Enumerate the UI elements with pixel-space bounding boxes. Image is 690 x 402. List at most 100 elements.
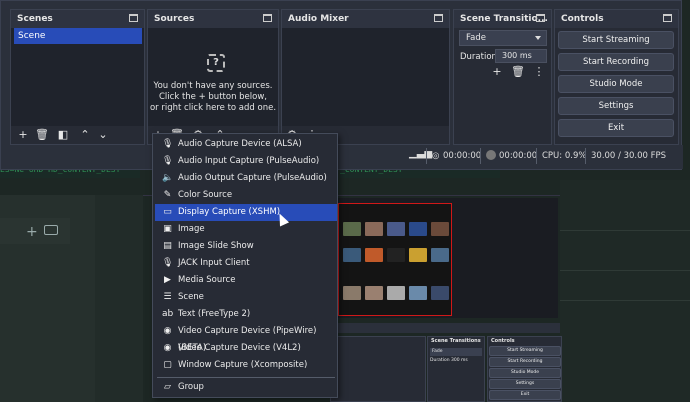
audio-mixer-dock-title: Audio Mixer [282,10,449,28]
paint-brush-icon: ✎ [163,190,172,200]
background-row [560,230,690,231]
add-scene-icon[interactable]: + [17,129,29,141]
microphone-icon: 🎙 [162,258,174,268]
background-row [560,270,690,271]
float-dock-icon[interactable] [434,14,443,22]
menu-item-audio-output-capture[interactable]: 🔈 Audio Output Capture (PulseAudio) [155,170,337,187]
mini-start-recording: Start Recording [489,357,561,367]
microphone-icon: 🎙 [162,139,174,149]
remove-scene-icon[interactable]: 🗑 [35,129,49,141]
microphone-icon: 🎙 [162,156,174,166]
move-up-icon[interactable]: ⌃ [79,129,91,141]
signal-bars-icon: ▁▃▅ [409,148,433,159]
audio-mixer-title: Audio Mixer [288,14,349,24]
menu-item-label: JACK Input Client [178,258,250,268]
video-thumbnail [409,286,427,300]
float-dock-icon[interactable] [129,14,138,22]
transition-properties-icon[interactable]: ⋮ [533,66,545,78]
scenes-toolbar: + 🗑 ◧ ⌃ ⌄ [11,126,144,144]
video-thumbnail [365,222,383,236]
transition-select-value: Fade [466,33,486,43]
text-icon: ab [162,309,174,319]
mini-duration: Duration 300 ms [430,358,468,363]
obs-window: Scenes + 🗑 ◧ ⌃ ⌄ Scene Sources ? You don… [0,0,683,170]
question-mark-icon: ? [207,54,225,72]
camera-icon: ◉ [163,326,172,336]
scene-list-item[interactable]: Scene [14,28,142,44]
status-separator [480,148,481,164]
start-streaming-button[interactable]: Start Streaming [558,31,674,49]
studio-mode-button[interactable]: Studio Mode [558,75,674,93]
add-transition-icon[interactable]: + [491,66,503,78]
sources-title: Sources [154,14,195,24]
mini-settings: Settings [489,379,561,389]
mini-start-streaming: Start Streaming [489,346,561,356]
fps-counter: 30.00 / 30.00 FPS [591,151,667,161]
move-down-icon[interactable]: ⌄ [97,129,109,141]
scenes-title: Scenes [17,14,53,24]
exit-button[interactable]: Exit [558,119,674,137]
status-separator [536,148,537,164]
settings-button[interactable]: Settings [558,97,674,115]
video-thumbnail [343,222,361,236]
audio-mixer-dock: Audio Mixer ⚙ ⋮ [281,9,450,145]
menu-item-image[interactable]: ▣ Image [155,221,337,238]
float-dock-icon[interactable] [263,14,272,22]
video-thumbnail [387,286,405,300]
menu-item-jack-input-client[interactable]: 🎙 JACK Input Client [155,255,337,272]
controls-title: Controls [561,14,604,24]
video-thumbnail [409,222,427,236]
keyboard-icon [44,225,58,235]
start-recording-button[interactable]: Start Recording [558,53,674,71]
menu-item-video-capture-pipewire[interactable]: ◉ Video Capture Device (PipeWire) (BETA) [155,323,337,353]
float-dock-icon[interactable] [663,14,672,22]
menu-item-video-capture-v4l2[interactable]: ◉ Video Capture Device (V4L2) [155,340,337,357]
folder-icon: ▱ [164,382,171,392]
menu-item-label: Text (FreeType 2) [178,309,251,319]
menu-item-image-slide-show[interactable]: ▤ Image Slide Show [155,238,337,255]
status-separator [585,148,586,164]
menu-item-group[interactable]: ▱ Group [155,379,337,396]
menu-item-window-capture[interactable]: ▢ Window Capture (Xcomposite) [155,357,337,374]
video-thumbnail [387,248,405,262]
transition-select[interactable]: Fade [459,30,547,46]
video-thumbnail [431,222,449,236]
scene-filters-icon[interactable]: ◧ [57,129,69,141]
preview-toolbar [330,323,560,333]
menu-item-label: Window Capture (Xcomposite) [178,360,308,370]
menu-item-display-capture[interactable]: ▭ Display Capture (XSHM) [155,204,337,221]
video-thumbnail [387,222,405,236]
menu-item-color-source[interactable]: ✎ Color Source [155,187,337,204]
menu-item-label: Group [178,382,204,392]
video-thumbnail [365,248,383,262]
add-source-context-menu: 🎙 Audio Capture Device (ALSA) 🎙 Audio Inpu… [152,133,338,398]
background-row [560,300,690,301]
menu-item-audio-capture-alsa[interactable]: 🎙 Audio Capture Device (ALSA) [155,136,337,153]
menu-item-label: Image Slide Show [178,241,254,251]
menu-item-scene[interactable]: ☰ Scene [155,289,337,306]
empty-line-2: Click the + button below, [158,92,267,102]
mini-duration-label: Duration [430,358,450,363]
menu-item-label: Display Capture (XSHM) [178,207,281,217]
remove-transition-icon[interactable]: 🗑 [511,66,525,78]
recording-time: 00:00:00 [499,151,538,161]
video-thumbnail [431,286,449,300]
mini-transition-select: Fade [430,348,482,356]
menu-item-label: Image [178,224,205,234]
menu-item-text-freetype[interactable]: ab Text (FreeType 2) [155,306,337,323]
duration-label: Duration [460,52,497,62]
duration-spinbox[interactable]: 300 ms [495,49,547,63]
list-icon: ☰ [163,292,172,302]
float-dock-icon[interactable] [536,14,545,22]
sources-dock: Sources ? You don't have any sources. Cl… [147,9,279,145]
menu-item-label: Scene [178,292,204,302]
menu-item-media-source[interactable]: ▶ Media Source [155,272,337,289]
sources-dock-title: Sources [148,10,278,28]
record-status-icon [486,150,496,160]
menu-item-audio-input-capture[interactable]: 🎙 Audio Input Capture (PulseAudio) [155,153,337,170]
captured-screen-frame [338,203,452,316]
background-right-panel [560,180,690,402]
controls-dock-title: Controls [555,10,678,28]
menu-separator [157,377,335,378]
sources-empty-message: You don't have any sources. Click the + … [148,81,278,114]
